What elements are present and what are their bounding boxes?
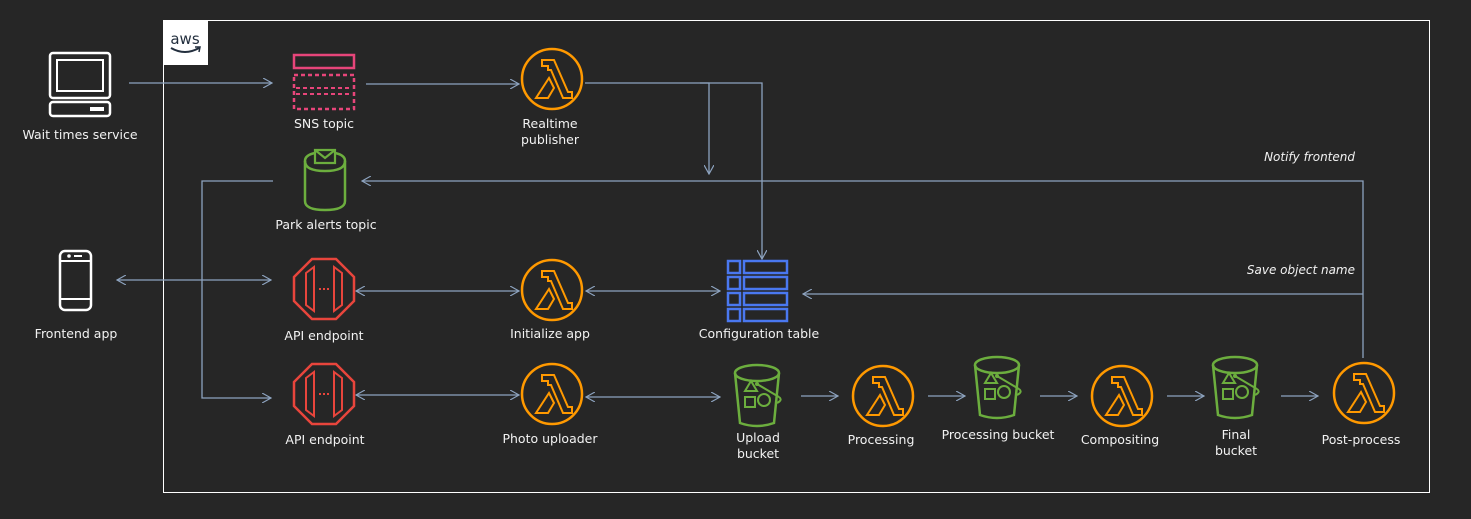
sns-topic-icon xyxy=(292,53,356,111)
lambda-icon xyxy=(851,364,915,428)
mobile-phone-icon xyxy=(58,249,93,312)
node-label-post-process: Post-process xyxy=(1321,432,1401,447)
s3-bucket-icon xyxy=(973,355,1022,420)
annotation-notify-frontend: Notify frontend xyxy=(1264,150,1355,164)
node-label-api-endpoint-2: API endpoint xyxy=(285,432,365,447)
node-label-compositing: Compositing xyxy=(1080,432,1160,447)
node-label-wait-times: Wait times service xyxy=(22,127,138,142)
dynamodb-table-icon xyxy=(726,259,789,323)
sns-alerts-icon xyxy=(303,148,347,212)
label-line: bucket xyxy=(1214,443,1258,458)
s3-bucket-icon xyxy=(1211,355,1260,420)
lambda-icon xyxy=(520,47,584,111)
node-label-api-endpoint-1: API endpoint xyxy=(284,328,364,343)
lambda-icon xyxy=(1332,361,1396,425)
label-line: Realtime xyxy=(522,116,578,131)
node-label-final-bucket: Final bucket xyxy=(1215,427,1257,459)
lambda-icon xyxy=(520,362,584,426)
node-label-sns-topic: SNS topic xyxy=(293,116,355,131)
node-label-processing: Processing xyxy=(847,432,915,447)
s3-bucket-icon xyxy=(733,363,782,428)
node-label-photo-uploader: Photo uploader xyxy=(502,431,598,446)
label-line: publisher xyxy=(520,132,580,147)
node-label-frontend: Frontend app xyxy=(34,326,118,341)
api-gateway-icon xyxy=(292,257,356,321)
label-line: Final xyxy=(1221,427,1251,442)
node-label-realtime-publisher: Realtime publisher xyxy=(521,116,579,148)
label-line: Upload xyxy=(736,430,780,445)
node-label-initialize-app: Initialize app xyxy=(510,326,590,341)
lambda-icon xyxy=(1090,364,1154,428)
label-line: bucket xyxy=(736,446,780,461)
node-label-park-alerts: Park alerts topic xyxy=(275,217,377,232)
api-gateway-icon xyxy=(292,362,356,426)
desktop-computer-icon xyxy=(48,51,112,118)
annotation-save-object-name: Save object name xyxy=(1246,263,1355,277)
arrow-alerts-to-api2 xyxy=(201,180,273,398)
arrow-realtime-to-alerts xyxy=(585,82,709,174)
node-label-processing-bucket: Processing bucket xyxy=(941,427,1055,442)
lambda-icon xyxy=(520,258,584,322)
node-label-configuration-table: Configuration table xyxy=(698,326,820,341)
node-label-upload-bucket: Upload bucket xyxy=(736,430,780,462)
